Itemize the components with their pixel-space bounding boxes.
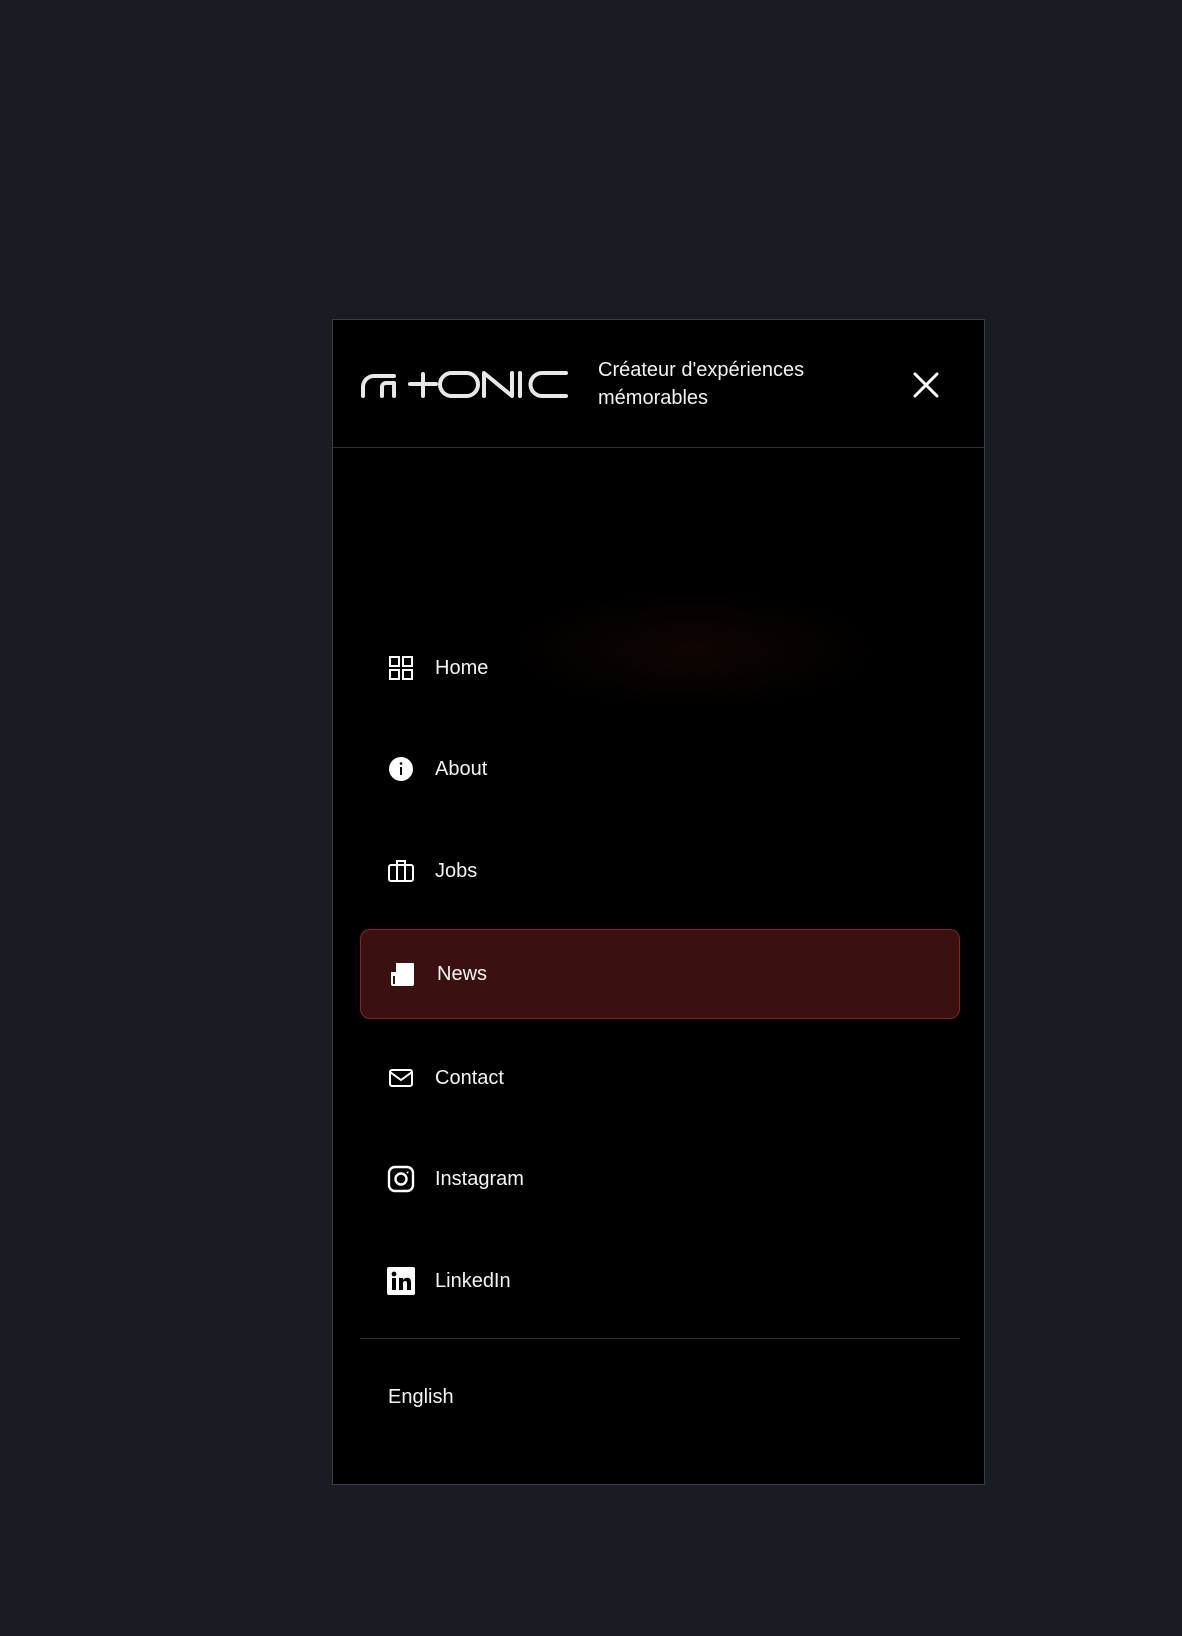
mobile-menu-panel: Créateur d'expériences mémorables Home A… bbox=[332, 319, 985, 1485]
linkedin-icon bbox=[387, 1267, 415, 1295]
nav-item-news[interactable]: News bbox=[360, 929, 960, 1019]
nav-item-about[interactable]: About bbox=[360, 724, 960, 814]
close-button[interactable] bbox=[908, 367, 944, 403]
menu-divider bbox=[360, 1338, 960, 1339]
briefcase-icon bbox=[387, 857, 415, 885]
nav-label-contact: Contact bbox=[435, 1066, 504, 1089]
instagram-icon bbox=[387, 1165, 415, 1193]
nav-label-instagram: Instagram bbox=[435, 1167, 524, 1190]
nav-label-news: News bbox=[437, 962, 488, 985]
nav-item-instagram[interactable]: Instagram bbox=[360, 1134, 960, 1224]
language-selector[interactable]: English bbox=[388, 1386, 454, 1409]
nav-label-home: Home bbox=[435, 656, 489, 679]
nav-item-contact[interactable]: Contact bbox=[360, 1033, 960, 1123]
gtonic-logo[interactable] bbox=[360, 368, 570, 400]
nav-item-linkedin[interactable]: LinkedIn bbox=[360, 1236, 960, 1326]
grid-icon bbox=[387, 654, 415, 682]
tagline-line-1: Créateur d'expériences bbox=[598, 359, 805, 381]
tagline: Créateur d'expériences mémorables bbox=[598, 356, 858, 412]
mail-icon bbox=[387, 1064, 415, 1092]
nav-label-jobs: Jobs bbox=[435, 859, 478, 882]
close-icon bbox=[913, 372, 939, 398]
nav-item-home[interactable]: Home bbox=[360, 623, 960, 713]
menu-header: Créateur d'expériences mémorables bbox=[333, 320, 984, 448]
nav-item-jobs[interactable]: Jobs bbox=[360, 826, 960, 916]
info-icon bbox=[387, 755, 415, 783]
newspaper-icon bbox=[389, 960, 417, 988]
nav-label-linkedin: LinkedIn bbox=[435, 1269, 511, 1292]
tagline-line-2: mémorables bbox=[598, 387, 709, 409]
nav-label-about: About bbox=[435, 757, 488, 780]
